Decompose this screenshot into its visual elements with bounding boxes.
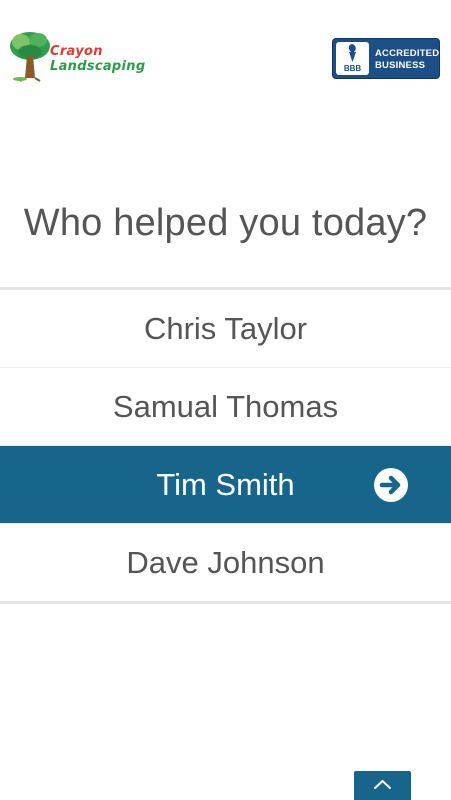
staff-item-dave-johnson[interactable]: Dave Johnson [0,524,451,601]
bbb-seal-icon: BBB [336,42,369,75]
question-heading: Who helped you today? [23,202,428,244]
company-logo: Crayon Landscaping [8,30,158,84]
bbb-accredited-badge[interactable]: BBB ACCREDITED BUSINESS [332,38,440,79]
logo-line2: Landscaping [50,59,146,74]
staff-name: Chris Taylor [143,311,308,346]
torch-icon [348,44,356,62]
staff-item-samual-thomas[interactable]: Samual Thomas [0,368,451,446]
staff-list: Chris Taylor Samual Thomas Tim Smith Dav… [0,287,451,604]
bbb-seal-text: BBB [343,64,362,73]
staff-name: Tim Smith [156,467,295,502]
scroll-to-top-button[interactable] [354,771,411,800]
bbb-text: ACCREDITED BUSINESS [375,48,439,72]
staff-item-chris-taylor[interactable]: Chris Taylor [0,290,451,368]
header: Crayon Landscaping BBB ACCREDITED BUSINE… [0,0,451,100]
staff-item-tim-smith[interactable]: Tim Smith [0,446,451,524]
tree-icon [10,32,50,82]
staff-name: Dave Johnson [126,545,325,580]
bbb-line2: BUSINESS [375,60,426,71]
page: Crayon Landscaping BBB ACCREDITED BUSINE… [0,0,451,800]
logo-text: Crayon Landscaping [50,44,145,74]
staff-name: Samual Thomas [112,389,339,424]
arrow-right-circle-icon [374,468,408,502]
bbb-line1: ACCREDITED [375,48,440,59]
logo-line1: Crayon [50,44,103,59]
chevron-up-icon [374,780,391,789]
